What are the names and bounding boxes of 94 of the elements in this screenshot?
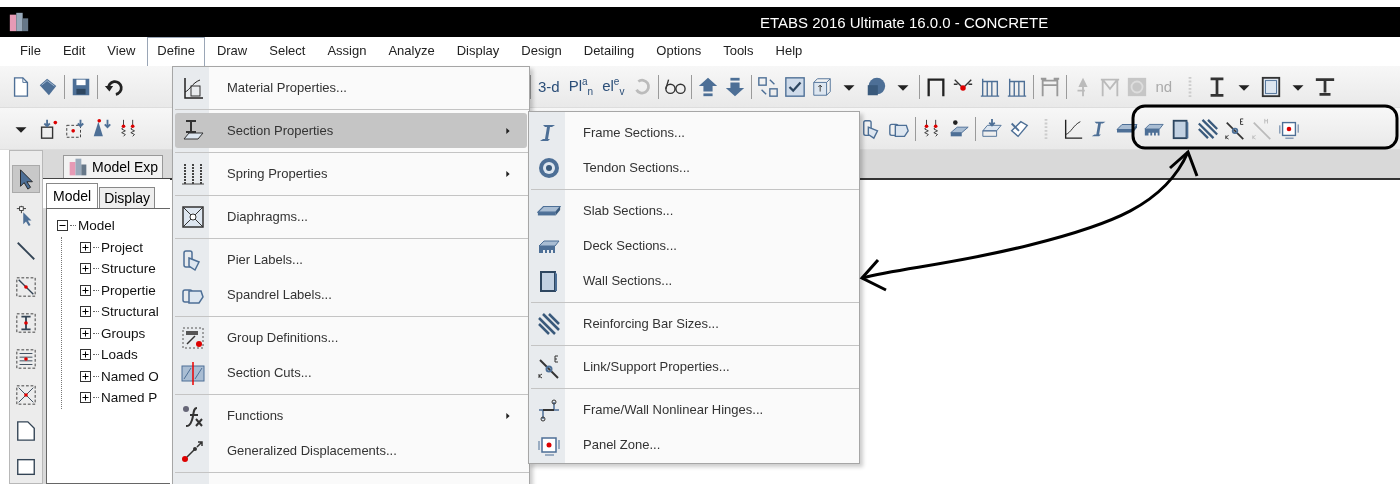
function-curve-icon — [181, 403, 205, 428]
menu-item[interactable]: Detailing — [573, 37, 645, 66]
menu-item[interactable]: Assign — [317, 37, 377, 66]
window-title: ETABS 2016 Ultimate 16.0.0 - CONCRETE — [760, 13, 1049, 31]
expand-icon[interactable] — [80, 370, 91, 382]
buildings-icon — [68, 157, 88, 177]
frame-load-icon[interactable] — [64, 117, 86, 140]
panel-title: Model Exp — [92, 159, 159, 175]
link-icon[interactable] — [1224, 117, 1246, 140]
app-icon — [8, 11, 30, 33]
tree-item[interactable]: Structure — [101, 261, 156, 277]
tree-item[interactable]: Named O — [101, 368, 159, 384]
menu-item[interactable]: Generalized Displacements... — [175, 433, 527, 468]
expand-icon[interactable] — [80, 241, 91, 253]
expand-icon[interactable] — [80, 284, 91, 296]
cube-icon[interactable] — [811, 75, 834, 98]
polygon-icon — [15, 420, 37, 442]
menu-item[interactable]: Draw — [206, 37, 258, 66]
menu-item[interactable]: Spandrel Labels... — [175, 277, 527, 312]
spring-icon — [181, 161, 205, 186]
tree-item[interactable]: Loads — [101, 347, 138, 363]
menu-item[interactable]: Wall Sections... — [531, 263, 857, 298]
menu-item[interactable]: Edit — [52, 37, 96, 66]
view-button[interactable]: 3-d — [536, 76, 562, 97]
expand-icon[interactable] — [80, 327, 91, 339]
menu-item[interactable]: Options — [646, 37, 712, 66]
dashed-box-icon — [15, 348, 37, 370]
area-load-icon[interactable] — [981, 117, 1003, 140]
dashed-box-icon — [15, 384, 37, 406]
tool-button[interactable] — [12, 165, 40, 193]
link-icon — [537, 354, 561, 379]
expand-icon[interactable] — [80, 392, 91, 404]
tree-item[interactable]: Project — [101, 239, 144, 255]
displacement-icon — [181, 438, 205, 463]
menu-item[interactable]: Section Cuts... — [175, 355, 527, 390]
menu-item[interactable]: Deck Sections... — [531, 228, 857, 263]
menu-item[interactable]: Frame/Wall Nonlinear Hinges... — [531, 392, 857, 427]
menu-item[interactable]: Diaphragms... — [175, 199, 527, 234]
menu-item[interactable]: Tendon Sections... — [531, 150, 857, 185]
menu-item[interactable]: Spring Properties — [175, 156, 527, 191]
tendon-icon — [537, 155, 561, 180]
menu-item[interactable]: Pier Labels... — [175, 242, 527, 277]
checkbox-icon[interactable] — [784, 75, 807, 98]
menu-item[interactable]: Material Properties... — [175, 70, 527, 105]
square-icon[interactable] — [1260, 75, 1283, 98]
graph-icon — [181, 75, 205, 100]
diaphragm-icon — [181, 204, 205, 229]
graph-icon[interactable] — [1062, 117, 1084, 140]
menu-item[interactable]: Frame Sections... — [531, 115, 857, 150]
tree-item[interactable]: Groups — [101, 325, 146, 341]
tab[interactable]: Display — [99, 187, 156, 208]
slab-icon[interactable] — [1116, 124, 1138, 133]
tee-icon[interactable] — [1314, 75, 1337, 98]
expand-icon[interactable] — [80, 306, 91, 318]
section-icon — [181, 118, 205, 143]
menu-item[interactable]: Analyze — [378, 37, 445, 66]
sphere-icon[interactable] — [865, 75, 888, 98]
menu-item[interactable]: Functions — [175, 398, 527, 433]
up-arrow-icon[interactable] — [697, 75, 720, 98]
dashed-box-icon — [15, 312, 37, 334]
menu-item[interactable]: Design — [511, 37, 572, 66]
line-icon — [15, 240, 37, 262]
menu-item[interactable]: Group Definitions... — [175, 320, 527, 355]
tree-item[interactable]: Model — [78, 218, 115, 234]
collapse-icon[interactable] — [57, 220, 68, 232]
menu-item[interactable]: Select — [259, 37, 316, 66]
menu-item[interactable]: View — [97, 37, 146, 66]
slab-icon — [537, 205, 561, 216]
hinge-icon — [537, 397, 561, 422]
menu-item[interactable]: Section Properties — [175, 113, 527, 148]
expand-icon[interactable] — [80, 263, 91, 275]
menu-item[interactable]: Display — [446, 37, 510, 66]
panel-tab[interactable]: Model Exp — [63, 155, 164, 178]
rebar-icon[interactable] — [1197, 117, 1219, 140]
rebar-icon — [537, 311, 561, 336]
tree-item[interactable]: Structural — [101, 304, 159, 320]
dashed-box-icon — [15, 276, 37, 298]
tree-item[interactable]: Named P — [101, 390, 158, 406]
tree-item[interactable]: Propertie — [101, 282, 156, 298]
rectangle-icon — [15, 456, 37, 478]
section-cut-icon — [181, 360, 205, 385]
tab[interactable]: Model — [46, 183, 99, 208]
portal-icon[interactable] — [1039, 75, 1062, 98]
grid-icon[interactable] — [757, 75, 780, 98]
menu-item[interactable]: Link/Support Properties... — [531, 349, 857, 384]
menu-item[interactable]: Tools — [713, 37, 764, 66]
group-icon — [181, 325, 205, 350]
menu-item[interactable]: Slab Sections... — [531, 193, 857, 228]
menu-item[interactable]: Panel Zone... — [531, 427, 857, 462]
menu-item[interactable]: Help — [765, 37, 813, 66]
expand-icon[interactable] — [80, 349, 91, 361]
menu-item[interactable]: Define — [147, 37, 205, 66]
menu-item[interactable]: Reinforcing Bar Sizes... — [531, 306, 857, 341]
menu-item[interactable]: File — [10, 37, 51, 66]
